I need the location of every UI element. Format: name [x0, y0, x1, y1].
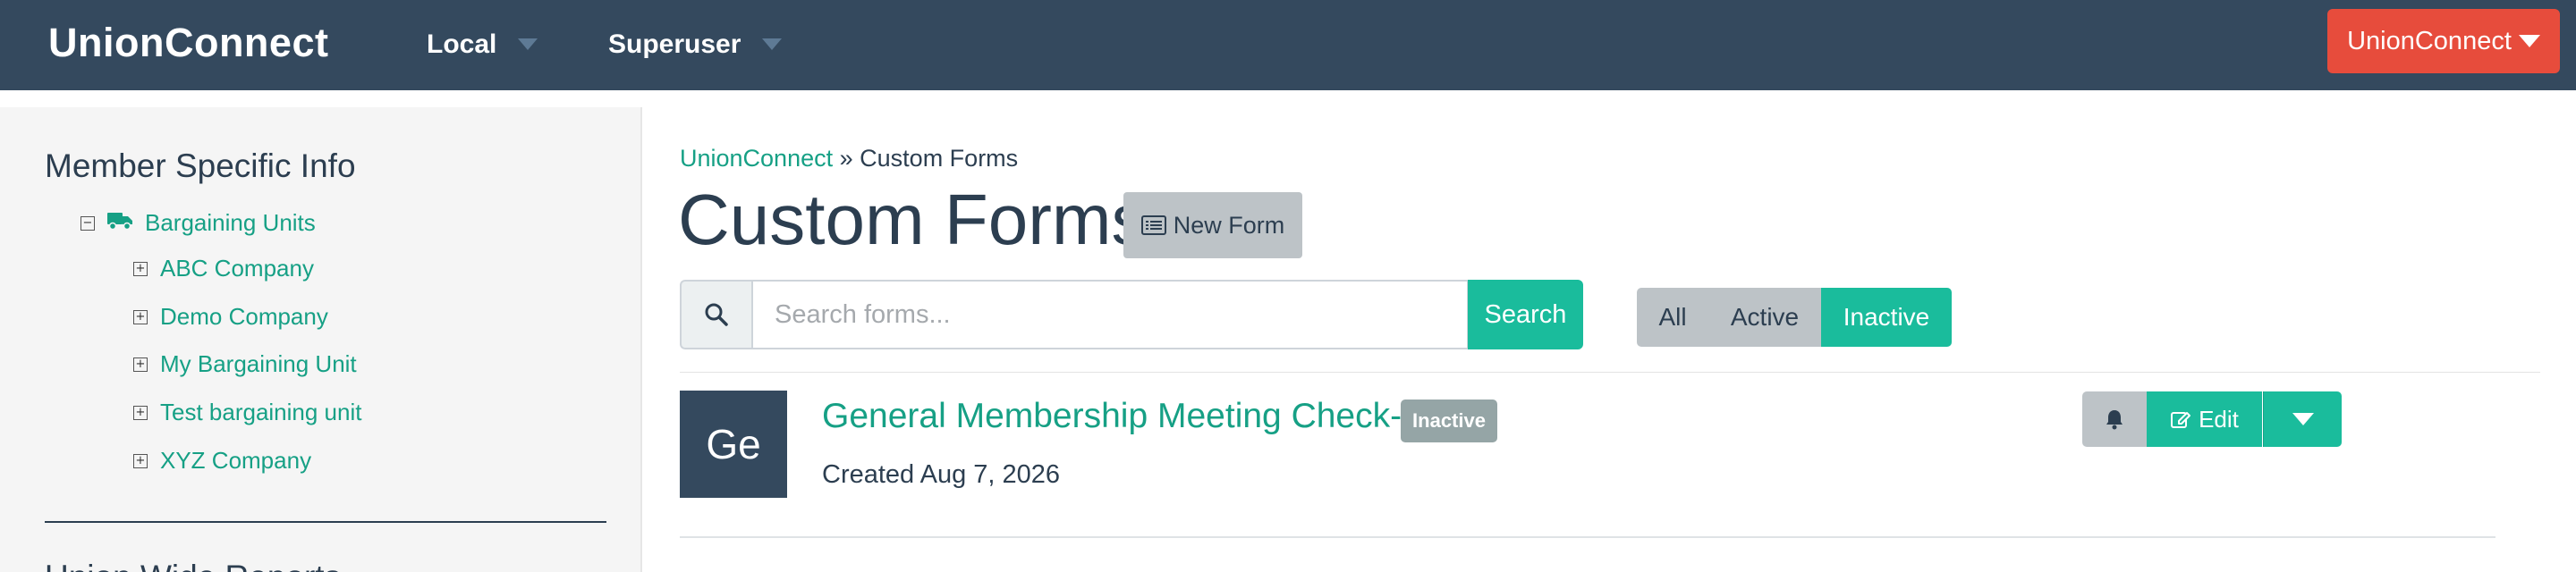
tree-root-label: Bargaining Units	[145, 209, 316, 236]
breadcrumb-separator: »	[833, 145, 860, 172]
tree-item-label: My Bargaining Unit	[160, 350, 357, 377]
tree-item-demo-company[interactable]: + Demo Company	[133, 303, 328, 331]
breadcrumb: UnionConnect » Custom Forms	[680, 145, 1018, 172]
page-title: Custom Forms	[678, 180, 1148, 259]
bell-icon	[2106, 410, 2123, 430]
nav-local-label: Local	[427, 29, 497, 59]
collapse-icon[interactable]: −	[80, 215, 95, 231]
tree-root-bargaining-units[interactable]: − Bargaining Units	[80, 209, 316, 237]
expand-icon[interactable]: +	[133, 309, 148, 324]
form-avatar: Ge	[680, 391, 787, 498]
breadcrumb-current: Custom Forms	[860, 145, 1019, 172]
sidebar-title: Member Specific Info	[45, 147, 356, 184]
tree-item-my-bargaining-unit[interactable]: + My Bargaining Unit	[133, 350, 357, 378]
sidebar-section-title: Union Wide Reports	[45, 559, 341, 572]
nav-dropdown-local[interactable]: Local	[427, 29, 538, 60]
top-navbar: UnionConnect Local Superuser UnionConnec…	[0, 0, 2576, 90]
brand-logo[interactable]: UnionConnect	[48, 20, 328, 66]
search-addon	[680, 280, 751, 349]
org-button-label: UnionConnect	[2347, 26, 2512, 55]
tree-item-label: Test bargaining unit	[160, 399, 362, 425]
sidebar: Member Specific Info − Bargaining Units …	[0, 107, 642, 572]
new-form-label: New Form	[1173, 211, 1285, 239]
search-button[interactable]: Search	[1468, 280, 1583, 349]
list-icon	[1140, 215, 1166, 235]
breadcrumb-home-link[interactable]: UnionConnect	[680, 145, 833, 172]
edit-label: Edit	[2199, 405, 2239, 433]
org-dropdown-button[interactable]: UnionConnect	[2327, 9, 2560, 73]
caret-down-icon	[2518, 35, 2540, 47]
tree-item-label: ABC Company	[160, 255, 314, 282]
expand-icon[interactable]: +	[133, 261, 148, 276]
tree-item-label: XYZ Company	[160, 447, 312, 474]
tree-item-label: Demo Company	[160, 303, 328, 330]
nav-superuser-label: Superuser	[608, 29, 741, 59]
filter-active-button[interactable]: Active	[1708, 288, 1821, 347]
sidebar-divider	[45, 521, 606, 523]
form-created-date: Created Aug 7, 2026	[822, 460, 1061, 489]
list-divider	[680, 372, 2540, 373]
caret-down-icon	[2292, 413, 2314, 425]
form-title-link[interactable]: General Membership Meeting Check-In	[822, 397, 1431, 436]
expand-icon[interactable]: +	[133, 405, 148, 420]
expand-icon[interactable]: +	[133, 357, 148, 372]
tree-item-xyz-company[interactable]: + XYZ Company	[133, 447, 311, 475]
filter-all-button[interactable]: All	[1637, 288, 1708, 347]
edit-button[interactable]: Edit	[2147, 391, 2262, 447]
search-icon	[705, 303, 728, 326]
item-divider	[680, 536, 2496, 538]
truck-icon	[107, 209, 134, 237]
nav-dropdown-superuser[interactable]: Superuser	[608, 29, 783, 60]
tree-item-abc-company[interactable]: + ABC Company	[133, 255, 314, 282]
edit-icon	[2171, 412, 2191, 428]
search-input[interactable]	[751, 280, 1469, 349]
caret-down-icon	[762, 38, 783, 50]
status-badge: Inactive	[1401, 400, 1497, 442]
new-form-button[interactable]: New Form	[1123, 192, 1302, 258]
filter-inactive-button[interactable]: Inactive	[1821, 288, 1952, 347]
more-actions-dropdown[interactable]	[2263, 391, 2342, 447]
notifications-button[interactable]	[2082, 391, 2147, 447]
tree-item-test-bargaining-unit[interactable]: + Test bargaining unit	[133, 399, 361, 426]
expand-icon[interactable]: +	[133, 453, 148, 468]
status-filter-group: All Active Inactive	[1637, 288, 1952, 347]
caret-down-icon	[518, 38, 538, 50]
